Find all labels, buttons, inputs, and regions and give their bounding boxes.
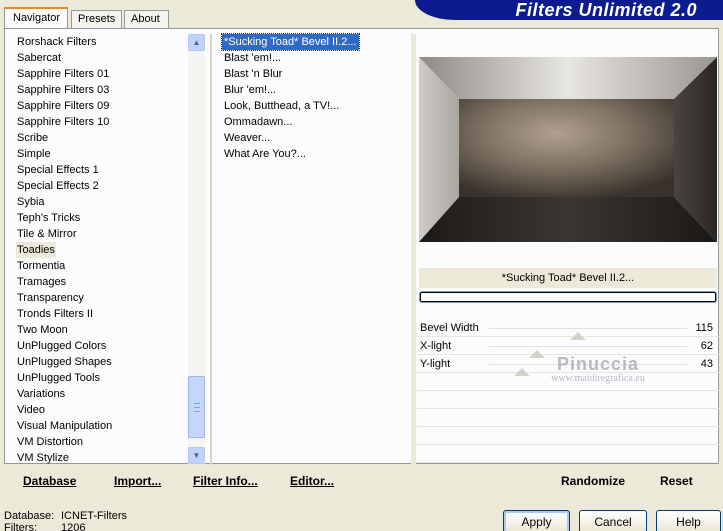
status-filters-label: Filters: — [4, 522, 37, 531]
filter-item[interactable]: Look, Butthead, a TV!... — [222, 98, 341, 114]
category-item[interactable]: Special Effects 2 — [16, 178, 100, 194]
param-label: Y-light — [420, 358, 451, 370]
param-slider[interactable] — [489, 364, 687, 376]
param-row-bevel-width: Bevel Width 115 — [417, 320, 719, 340]
apply-button[interactable]: Apply — [503, 510, 570, 531]
category-item[interactable]: Tile & Mirror — [16, 226, 77, 242]
category-item[interactable]: Sybia — [16, 194, 46, 210]
category-item[interactable]: Two Moon — [16, 322, 69, 338]
empty-param-row — [417, 446, 719, 463]
empty-param-row — [417, 428, 719, 445]
param-label: X-light — [420, 340, 452, 352]
preview-button-bar: Randomize Reset — [417, 465, 719, 491]
randomize-button[interactable]: Randomize — [561, 474, 625, 488]
category-item[interactable]: UnPlugged Colors — [16, 338, 107, 354]
category-item[interactable]: Sapphire Filters 09 — [16, 98, 110, 114]
scroll-down-button[interactable]: ▼ — [188, 447, 205, 464]
selected-filter-label: *Sucking Toad* Bevel II.2... — [419, 268, 717, 288]
category-item[interactable]: UnPlugged Shapes — [16, 354, 113, 370]
filter-preview — [419, 57, 717, 242]
category-item[interactable]: Sabercat — [16, 50, 62, 66]
status-database-value: ICNET-Filters — [61, 510, 127, 522]
category-scrollbar[interactable]: ▲ ▼ — [188, 34, 205, 464]
preview-image — [419, 57, 717, 242]
param-value: 115 — [695, 322, 713, 334]
import-button[interactable]: Import... — [114, 474, 161, 488]
category-item[interactable]: VM Stylize — [16, 450, 70, 464]
param-row-y-light: Y-light 43 — [417, 356, 719, 376]
filter-item[interactable]: Blur 'em!... — [222, 82, 278, 98]
reset-button[interactable]: Reset — [660, 474, 693, 488]
param-value: 62 — [700, 340, 713, 352]
category-item[interactable]: Teph's Tricks — [16, 210, 81, 226]
status-filters-value: 1206 — [61, 522, 86, 531]
param-slider[interactable] — [489, 328, 687, 340]
chevron-up-icon: ▲ — [192, 38, 201, 47]
param-slider[interactable] — [489, 346, 687, 358]
category-item[interactable]: Visual Manipulation — [16, 418, 113, 434]
database-button[interactable]: Database — [23, 474, 76, 488]
category-item[interactable]: Sapphire Filters 01 — [16, 66, 110, 82]
category-item[interactable]: VM Distortion — [16, 434, 84, 450]
category-item[interactable]: Sapphire Filters 03 — [16, 82, 110, 98]
category-item[interactable]: Tronds Filters II — [16, 306, 94, 322]
param-label: Bevel Width — [420, 322, 479, 334]
list-divider — [210, 34, 212, 466]
filter-item[interactable]: Ommadawn... — [222, 114, 294, 130]
progress-bar — [419, 291, 717, 303]
category-item[interactable]: Toadies — [16, 242, 56, 258]
cancel-button[interactable]: Cancel — [579, 510, 647, 531]
category-item[interactable]: Transparency — [16, 290, 85, 306]
title-banner: Filters Unlimited 2.0 — [415, 0, 723, 20]
category-item[interactable]: Tramages — [16, 274, 67, 290]
param-row-x-light: X-light 62 — [417, 338, 719, 358]
category-item[interactable]: Special Effects 1 — [16, 162, 100, 178]
empty-param-row — [417, 410, 719, 427]
tab-navigator[interactable]: Navigator — [4, 7, 68, 28]
status-database-label: Database: — [4, 510, 55, 522]
category-item[interactable]: Variations — [16, 386, 66, 402]
filter-item[interactable]: What Are You?... — [222, 146, 308, 162]
category-item[interactable]: UnPlugged Tools — [16, 370, 101, 386]
editor-button[interactable]: Editor... — [290, 474, 334, 488]
tab-presets[interactable]: Presets — [71, 10, 122, 28]
banner-title: Filters Unlimited 2.0 — [515, 0, 697, 20]
scroll-up-button[interactable]: ▲ — [188, 34, 205, 51]
filter-item[interactable]: Blast 'n Blur — [222, 66, 284, 82]
navigator-button-bar: Database Import... Filter Info... Editor… — [8, 465, 412, 491]
filter-info-button[interactable]: Filter Info... — [193, 474, 258, 488]
grip-icon — [194, 403, 200, 412]
help-button[interactable]: Help — [656, 510, 721, 531]
scroll-thumb[interactable] — [188, 376, 205, 438]
category-item[interactable]: Sapphire Filters 10 — [16, 114, 110, 130]
filter-item[interactable]: Weaver... — [222, 130, 272, 146]
category-item[interactable]: Scribe — [16, 130, 49, 146]
category-item[interactable]: Video — [16, 402, 46, 418]
empty-param-row — [417, 374, 719, 391]
preview-divider — [411, 34, 416, 466]
empty-param-row — [417, 392, 719, 409]
category-item[interactable]: Simple — [16, 146, 52, 162]
filter-item[interactable]: *Sucking Toad* Bevel II.2... — [221, 33, 360, 51]
category-item[interactable]: Tormentia — [16, 258, 66, 274]
filter-item[interactable]: Blast 'em!... — [222, 50, 283, 66]
tab-about[interactable]: About — [124, 10, 169, 28]
param-value: 43 — [700, 358, 713, 370]
category-list[interactable]: Rorshack Filters Sabercat Sapphire Filters… — [8, 32, 191, 464]
chevron-down-icon: ▼ — [192, 451, 201, 460]
category-item[interactable]: Rorshack Filters — [16, 34, 97, 50]
